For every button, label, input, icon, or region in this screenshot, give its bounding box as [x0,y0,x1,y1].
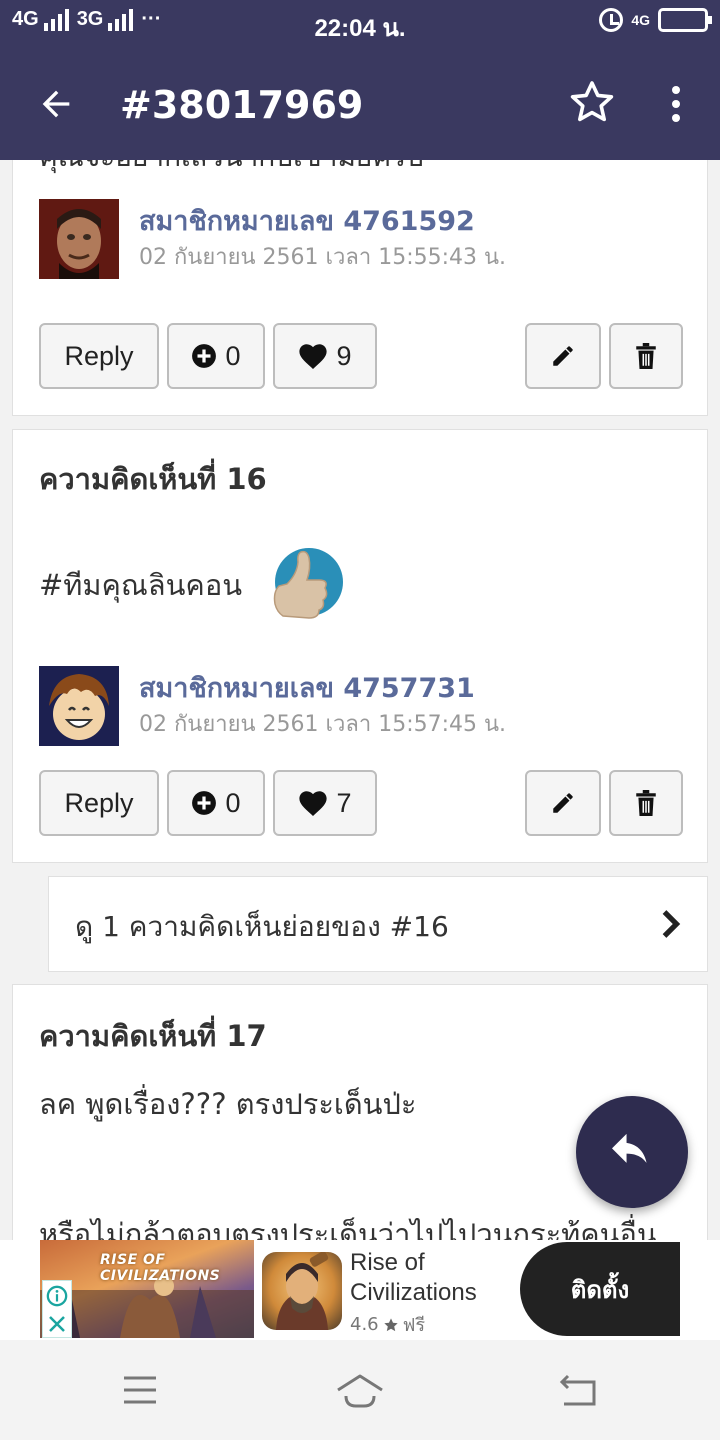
delete-button[interactable] [609,323,683,389]
plus-button[interactable]: 0 [167,323,265,389]
install-button[interactable]: ติดตั้ง [520,1242,680,1336]
network-label-right: 4G [631,12,650,28]
star-outline-icon [570,81,614,122]
home-button[interactable] [330,1370,390,1410]
thread-title: #38017969 [120,83,364,127]
battery-icon [658,8,712,32]
favorite-button[interactable] [568,78,616,130]
comment-body: คุณจะอยากเสวนากับเขามั้ยครับ [39,160,424,179]
pencil-icon [553,346,573,366]
alarm-icon [599,8,624,32]
ad-app-name[interactable]: Rise of Civilizations [350,1248,520,1308]
author-name[interactable]: สมาชิกหมายเลข 4761592 [139,199,475,242]
ad-banner[interactable]: RISE OF CIVILIZATIONS Rise of Civilizati… [0,1240,720,1340]
like-button[interactable]: 7 [273,770,377,836]
star-icon [383,1317,398,1331]
comment-card: ความคิดเห็นที่ 16 #ทีมคุณลินคอน สมาชิกหม… [12,429,708,863]
edit-button[interactable] [525,770,601,836]
reply-label: Reply [64,340,134,371]
author-name[interactable]: สมาชิกหมายเลข 4757731 [139,666,475,709]
close-icon[interactable] [47,1314,67,1334]
ad-app-icon[interactable] [262,1252,342,1330]
info-icon[interactable] [46,1285,68,1307]
thumbs-up-sticker [265,544,345,624]
comments-list[interactable]: คุณจะอยากเสวนากับเขามั้ยครับ สมาชิกหมายเ… [0,160,720,1240]
price-label: ฟรี [402,1315,426,1336]
comment-card: คุณจะอยากเสวนากับเขามั้ยครับ สมาชิกหมายเ… [12,160,708,416]
reply-icon [612,1133,647,1163]
plus-count: 0 [225,340,241,371]
comment-title: ความคิดเห็นที่ 17 [39,1019,267,1053]
back-button[interactable] [28,76,84,132]
reply-fab[interactable] [576,1096,688,1208]
avatar[interactable] [39,666,119,746]
comment-author: สมาชิกหมายเลข 4761592 02 กันยายน 2561 เว… [39,199,679,279]
ad-rating: 4.6 ฟรี [350,1310,425,1339]
more-vert-icon [672,86,680,94]
comment-body: #ทีมคุณลินคอน [39,568,243,602]
avatar[interactable] [39,199,119,279]
ad-image[interactable]: RISE OF CIVILIZATIONS [40,1240,254,1338]
like-button[interactable]: 9 [273,323,377,389]
system-back-button[interactable] [550,1370,610,1410]
comment-body-line: ลค พูดเรื่อง??? ตรงประเด็นป่ะ [39,1087,417,1121]
reply-button[interactable]: Reply [39,323,159,389]
heart-count: 7 [336,787,352,818]
home-icon [337,1374,383,1408]
back-icon [559,1374,596,1406]
subcomments-label: ดู 1 ความคิดเห็นย่อยของ #16 [75,910,449,943]
edit-button[interactable] [525,323,601,389]
plus-button[interactable]: 0 [167,770,265,836]
chevron-right-icon [662,910,681,938]
menu-icon [124,1376,156,1404]
arrow-left-icon [42,90,70,118]
app-bar: #38017969 [0,48,720,160]
view-subcomments-link[interactable]: ดู 1 ความคิดเห็นย่อยของ #16 [48,876,708,972]
reply-button[interactable]: Reply [39,770,159,836]
pencil-icon [553,793,573,813]
comment-author: สมาชิกหมายเลข 4757731 02 กันยายน 2561 เว… [39,666,679,746]
comment-title: ความคิดเห็นที่ 16 [39,462,267,496]
more-options-button[interactable] [660,82,692,126]
ad-banner-text: RISE OF CIVILIZATIONS [100,1252,221,1284]
plus-circle-icon [192,791,217,815]
plus-circle-icon [192,344,217,368]
reply-label: Reply [64,787,134,818]
delete-button[interactable] [609,770,683,836]
heart-icon [299,791,328,816]
rating-value: 4.6 [350,1314,379,1335]
comment-date: 02 กันยายน 2561 เวลา 15:57:45 น. [139,712,507,737]
trash-icon [636,343,656,369]
install-label: ติดตั้ง [570,1275,630,1304]
status-bar: 4G 3G ··· 22:04 น. 4G [0,0,720,48]
plus-count: 0 [225,787,241,818]
recent-apps-button[interactable] [110,1370,170,1410]
comment-date: 02 กันยายน 2561 เวลา 15:55:43 น. [139,245,507,270]
heart-icon [299,344,328,369]
ad-choices[interactable] [42,1280,72,1338]
system-nav-bar [0,1340,720,1440]
trash-icon [636,790,656,816]
comment-body-line: หรือไม่กล้าตอบตรงประเด็นว่าไปไปวนกระทู้ค… [39,1217,657,1240]
heart-count: 9 [336,340,352,371]
status-right: 4G [599,8,712,32]
